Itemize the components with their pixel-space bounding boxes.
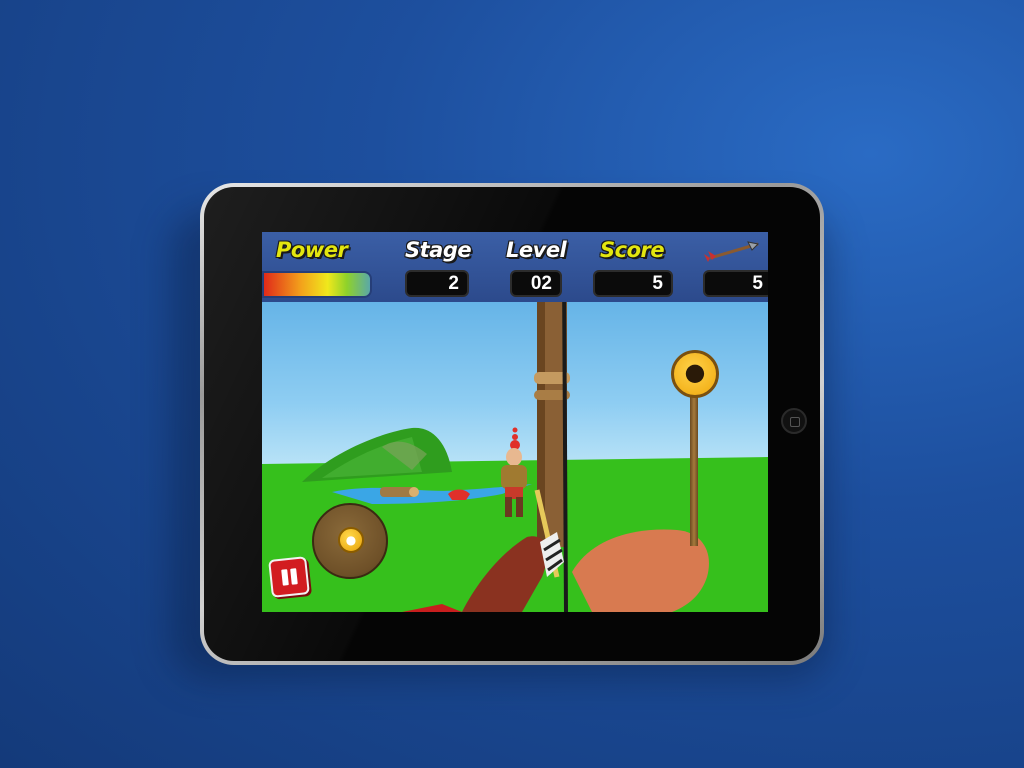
- power-label: Power: [276, 238, 348, 262]
- apple-icon: ●: [684, 358, 706, 386]
- apple-icon: ●: [345, 533, 357, 547]
- pause-button[interactable]: [268, 556, 310, 598]
- arrows-remaining-value: 5: [703, 270, 768, 297]
- level-value: 02: [510, 270, 562, 297]
- arrow-icon: [704, 241, 760, 262]
- joystick-knob[interactable]: ●: [338, 527, 364, 553]
- target-pole: [690, 394, 698, 546]
- stage-label: Stage: [405, 238, 472, 262]
- score-value: 5: [593, 270, 673, 297]
- aim-joystick[interactable]: ●: [312, 503, 388, 579]
- level-label: Level: [506, 238, 567, 262]
- score-label: Score: [600, 238, 665, 262]
- game-screen[interactable]: ● Power Stage Level Score 2 02 5 5 ●: [262, 232, 768, 612]
- bow-string: [562, 271, 568, 612]
- power-meter: [262, 271, 372, 298]
- home-button[interactable]: [781, 408, 807, 434]
- stage-value: 2: [405, 270, 469, 297]
- apple-target-sign: ●: [671, 350, 719, 398]
